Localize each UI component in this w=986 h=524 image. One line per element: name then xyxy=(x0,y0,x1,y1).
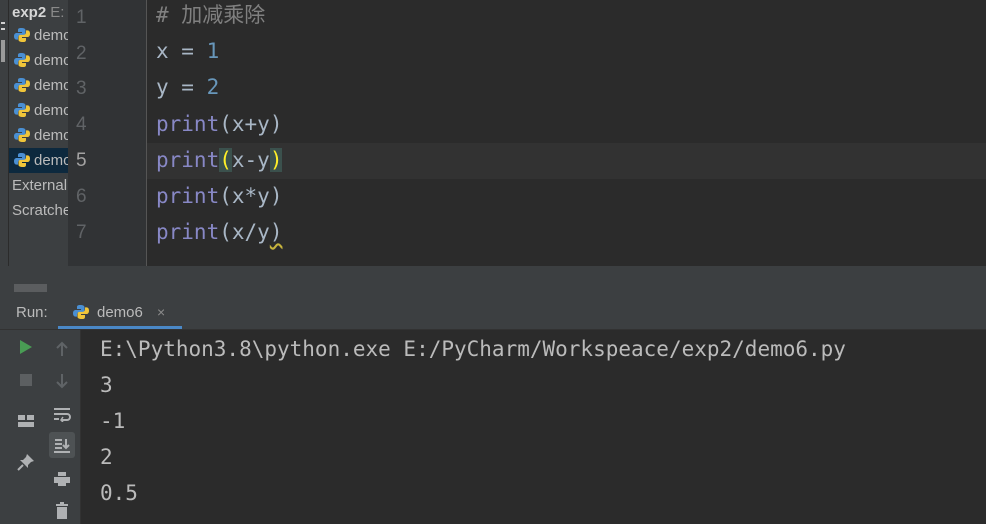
code-operator: = xyxy=(168,39,207,63)
pin-icon[interactable] xyxy=(13,449,39,475)
code-line[interactable]: # 加减乘除 xyxy=(156,0,265,33)
run-icon[interactable] xyxy=(13,334,39,360)
project-root[interactable]: exp2 E: xyxy=(12,0,68,25)
code-line[interactable]: print(x/y) xyxy=(156,214,282,250)
line-number: 2 xyxy=(76,43,87,64)
code-builtin: print xyxy=(156,220,220,244)
scratches-label: Scratche xyxy=(12,202,68,219)
close-icon[interactable]: × xyxy=(157,304,165,320)
code-comment: # 加减乘除 xyxy=(156,3,266,27)
edge-mark xyxy=(1,22,5,24)
tree-file-label: demo xyxy=(34,77,68,94)
python-file-icon xyxy=(73,305,89,319)
line-number-gutter: 1 2 3 4 5 6 7 xyxy=(68,0,147,266)
down-arrow-icon[interactable] xyxy=(49,368,75,394)
python-file-icon xyxy=(14,128,30,142)
tree-file-label: demo xyxy=(34,27,68,44)
tree-file-label: demo xyxy=(34,52,68,69)
code-line[interactable]: x = 1 xyxy=(156,33,219,69)
code-line-current[interactable]: print(x-y) xyxy=(156,142,283,178)
tree-file-label: demo xyxy=(34,152,68,169)
console-command-line: E:\Python3.8\python.exe E:/PyCharm/Works… xyxy=(100,337,846,361)
code-paren: ( xyxy=(219,112,232,136)
python-file-icon xyxy=(14,103,30,117)
code-number: 1 xyxy=(206,39,220,63)
left-edge-strip xyxy=(0,0,9,296)
code-args: x-y xyxy=(231,148,270,172)
stop-icon[interactable] xyxy=(13,367,39,393)
run-console[interactable]: E:\Python3.8\python.exe E:/PyCharm/Works… xyxy=(81,330,986,524)
console-output-line: 2 xyxy=(100,445,113,469)
code-line[interactable]: print(x*y) xyxy=(156,178,282,214)
line-number: 6 xyxy=(76,186,87,207)
code-builtin: print xyxy=(156,184,220,208)
external-libraries-node[interactable]: External xyxy=(9,173,68,198)
layout-icon[interactable] xyxy=(13,408,39,434)
code-identifier: y xyxy=(156,75,169,99)
tree-file[interactable]: demo xyxy=(9,123,68,148)
tree-file-label: demo xyxy=(34,102,68,119)
line-number: 3 xyxy=(76,78,87,99)
run-tab-label: demo6 xyxy=(97,304,143,321)
edge-mark xyxy=(1,28,5,30)
tree-file[interactable]: demo xyxy=(9,48,68,73)
project-root-name: exp2 xyxy=(12,4,47,21)
code-paren-matched: ( xyxy=(219,148,232,172)
run-toolbar-primary xyxy=(0,330,45,524)
run-tool-window-header: Run: demo6 × xyxy=(0,296,986,330)
line-number: 7 xyxy=(76,222,87,243)
line-number: 4 xyxy=(76,114,87,135)
trash-icon[interactable] xyxy=(49,498,75,524)
code-builtin: print xyxy=(156,148,220,172)
python-file-icon xyxy=(14,153,30,167)
code-line[interactable]: y = 2 xyxy=(156,69,219,105)
python-file-icon xyxy=(14,28,30,42)
scroll-to-end-icon[interactable] xyxy=(49,432,75,458)
up-arrow-icon[interactable] xyxy=(49,336,75,362)
code-builtin: print xyxy=(156,112,220,136)
soft-wrap-icon[interactable] xyxy=(49,401,75,427)
run-toolbar-secondary xyxy=(45,330,81,524)
console-output-line: -1 xyxy=(100,409,126,433)
print-icon[interactable] xyxy=(49,466,75,492)
code-args: x*y xyxy=(231,184,270,208)
scratches-node[interactable]: Scratche xyxy=(9,198,68,223)
tree-file[interactable]: demo xyxy=(9,73,68,98)
line-number: 1 xyxy=(76,7,87,28)
code-line[interactable]: print(x+y) xyxy=(156,106,282,142)
console-output-line: 3 xyxy=(100,373,113,397)
code-paren-matched: ) xyxy=(269,148,283,172)
code-number: 2 xyxy=(206,75,220,99)
code-paren: ( xyxy=(219,184,232,208)
code-editor[interactable]: # 加减乘除 x = 1 y = 2 print(x+y) print(x-y)… xyxy=(147,0,986,266)
tree-file-selected[interactable]: demo xyxy=(9,148,68,173)
panel-divider[interactable] xyxy=(0,266,986,296)
code-identifier: x xyxy=(156,39,169,63)
line-number-current: 5 xyxy=(76,150,87,171)
tree-file[interactable]: demo xyxy=(9,98,68,123)
project-root-path: E: xyxy=(50,4,65,21)
code-operator: = xyxy=(168,75,207,99)
python-file-icon xyxy=(14,53,30,67)
project-tree: exp2 E: demo demo demo demo demo demo Ext… xyxy=(9,0,68,296)
external-libraries-label: External xyxy=(12,177,68,194)
console-output-line: 0.5 xyxy=(100,481,138,505)
code-paren: ) xyxy=(269,184,283,208)
python-file-icon xyxy=(14,78,30,92)
run-tab-demo6[interactable]: demo6 × xyxy=(58,296,182,329)
horizontal-scrollbar[interactable] xyxy=(14,284,47,292)
code-args: x/y xyxy=(231,220,270,244)
code-args: x+y xyxy=(231,112,270,136)
code-paren-warning: ) xyxy=(269,220,283,244)
edge-mark xyxy=(1,40,5,62)
tree-file[interactable]: demo xyxy=(9,23,68,48)
code-paren: ) xyxy=(269,112,283,136)
code-paren: ( xyxy=(219,220,232,244)
tree-file-label: demo xyxy=(34,127,68,144)
run-title: Run: xyxy=(16,304,48,321)
